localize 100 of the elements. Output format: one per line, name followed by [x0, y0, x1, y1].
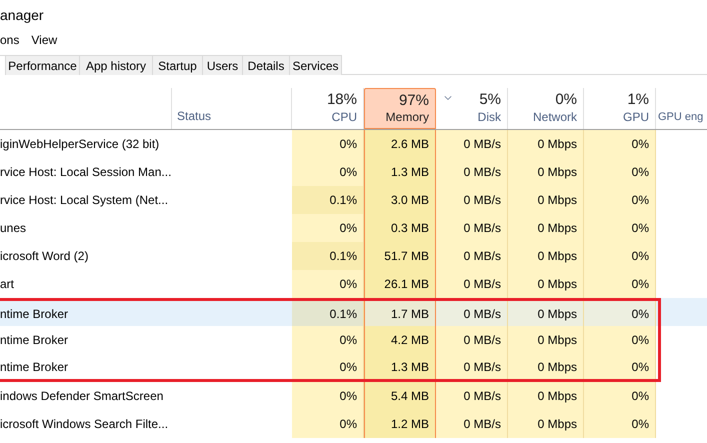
metric-cell: 51.7 MB — [364, 242, 436, 270]
tab[interactable]: Performance — [6, 55, 80, 75]
metric-cell: 0 Mbps — [508, 354, 584, 379]
metric-cell: 0 MB/s — [436, 410, 508, 438]
metric-cell: 0 MB/s — [436, 382, 508, 410]
process-name: ntime Broker — [0, 306, 68, 322]
column-percent: 18% — [326, 92, 357, 107]
column-header[interactable]: 1% GPU — [584, 88, 656, 129]
process-name: art — [0, 276, 14, 293]
metric-cell: 0% — [292, 410, 364, 438]
metric-cell: 0 Mbps — [508, 214, 584, 242]
metric-cell: 5.4 MB — [364, 382, 436, 410]
metric-cell: 0 MB/s — [436, 158, 508, 186]
metric-cell: 0% — [584, 186, 656, 214]
metric-cell: 0% — [292, 354, 364, 379]
process-row[interactable]: rvice Host: Local Session Man... 0% 1.3 MB 0 MB/s 0 Mbps 0% — [0, 158, 707, 186]
metric-cell: 0% — [584, 214, 656, 242]
metric-cell: 0% — [292, 270, 364, 298]
process-row[interactable]: icrosoft Word (2) 0.1% 51.7 MB 0 MB/s 0 Mbps 0% — [0, 242, 707, 270]
process-name: iginWebHelperService (32 bit) — [0, 136, 160, 153]
metric-cell: 1.2 MB — [364, 410, 436, 438]
metric-cell: 0% — [292, 326, 364, 354]
metric-cell: 0 MB/s — [436, 354, 508, 379]
metric-cell: 0 Mbps — [508, 186, 584, 214]
metric-cell: 0% — [292, 158, 364, 186]
metric-cell: 0.1% — [292, 301, 364, 326]
metric-cell: 0 Mbps — [508, 326, 584, 354]
metric-cell: 1.7 MB — [364, 301, 436, 326]
process-name: ntime Broker — [0, 358, 68, 376]
tab[interactable]: Users — [203, 55, 243, 75]
process-name: unes — [0, 220, 26, 237]
process-name: rvice Host: Local System (Net... — [0, 192, 168, 209]
tab[interactable]: App history — [80, 55, 153, 75]
column-label: GPU — [622, 109, 649, 126]
menu-item[interactable]: ons — [0, 34, 20, 46]
process-name: ntime Broker — [0, 332, 68, 349]
column-percent: 97% — [398, 93, 429, 108]
process-row[interactable]: iginWebHelperService (32 bit) 0% 2.6 MB 0 MB/s 0 Mbps 0% — [0, 130, 707, 158]
metric-cell: 0 Mbps — [508, 270, 584, 298]
metric-cell: 4.2 MB — [364, 326, 436, 354]
metric-cell: 0 MB/s — [436, 186, 508, 214]
metric-cell: 0 MB/s — [436, 130, 508, 158]
tab[interactable]: Services — [290, 55, 342, 75]
metric-cell: 0% — [292, 382, 364, 410]
metric-cell: 0 Mbps — [508, 242, 584, 270]
column-label: Disk — [478, 109, 501, 126]
metric-cell: 1.3 MB — [364, 354, 436, 379]
column-header[interactable]: GPU eng — [658, 108, 704, 125]
column-header[interactable]: Status — [177, 107, 212, 125]
menu-item[interactable]: View — [31, 34, 58, 46]
metric-cell: 26.1 MB — [364, 270, 436, 298]
metric-cell: 0 MB/s — [436, 214, 508, 242]
metric-cell: 0% — [292, 214, 364, 242]
window-title: anager — [0, 8, 44, 22]
process-row[interactable]: indows Defender SmartScreen 0% 5.4 MB 0 MB/s 0 Mbps 0% — [0, 382, 707, 410]
metric-cell: 0% — [584, 410, 656, 438]
metric-cell: 0% — [584, 130, 656, 158]
metric-cell: 0 Mbps — [508, 382, 584, 410]
column-header[interactable]: 97% Memory — [364, 88, 436, 129]
process-row[interactable]: rvice Host: Local System (Net... 0.1% 3.0 MB 0 MB/s 0 Mbps 0% — [0, 186, 707, 214]
metric-cell: 0% — [584, 382, 656, 410]
metric-cell: 0 MB/s — [436, 326, 508, 354]
metric-cell: 3.0 MB — [364, 186, 436, 214]
process-row[interactable]: ntime Broker 0.1% 1.7 MB 0 MB/s 0 Mbps 0% — [0, 298, 707, 326]
process-name: rvice Host: Local Session Man... — [0, 164, 172, 181]
column-header[interactable]: 5% Disk — [436, 88, 508, 129]
metric-cell: 0.3 MB — [364, 214, 436, 242]
metric-cell: 0.1% — [292, 186, 364, 214]
metric-cell: 0 MB/s — [436, 301, 508, 326]
process-row[interactable]: icrosoft Windows Search Filte... 0% 1.2 MB 0 MB/s 0 Mbps 0% — [0, 410, 707, 438]
metric-cell: 0.1% — [292, 242, 364, 270]
column-percent: 1% — [627, 92, 649, 107]
tab[interactable] — [0, 55, 6, 75]
column-percent: 0% — [555, 92, 577, 107]
tab[interactable]: Startup — [153, 55, 203, 75]
process-row[interactable]: art 0% 26.1 MB 0 MB/s 0 Mbps 0% — [0, 270, 707, 298]
metric-cell: 0% — [292, 130, 364, 158]
column-header[interactable]: 0% Network — [508, 88, 584, 129]
metric-cell: 0% — [584, 354, 656, 379]
process-name: icrosoft Word (2) — [0, 248, 88, 265]
process-row[interactable]: ntime Broker 0% 4.2 MB 0 MB/s 0 Mbps 0% — [0, 326, 707, 354]
metric-cell: 0% — [584, 326, 656, 354]
process-row[interactable]: ntime Broker 0% 1.3 MB 0 MB/s 0 Mbps 0% — [0, 354, 707, 382]
column-label: Memory — [386, 109, 429, 126]
process-row[interactable]: unes 0% 0.3 MB 0 MB/s 0 Mbps 0% — [0, 214, 707, 242]
metric-cell: 0 MB/s — [436, 270, 508, 298]
metric-cell: 0% — [584, 270, 656, 298]
column-label: Network — [532, 109, 577, 126]
metric-cell: 0% — [584, 158, 656, 186]
metric-cell: 0 MB/s — [436, 242, 508, 270]
metric-cell: 0 Mbps — [508, 301, 584, 326]
metric-cell: 1.3 MB — [364, 158, 436, 186]
column-percent: 5% — [479, 92, 501, 107]
metric-cell: 0% — [584, 242, 656, 270]
process-name: indows Defender SmartScreen — [0, 388, 164, 405]
metric-cell: 0 Mbps — [508, 410, 584, 438]
metric-cell: 0 Mbps — [508, 158, 584, 186]
metric-cell: 2.6 MB — [364, 130, 436, 158]
tab[interactable]: Details — [243, 55, 290, 75]
column-label: CPU — [332, 109, 357, 126]
